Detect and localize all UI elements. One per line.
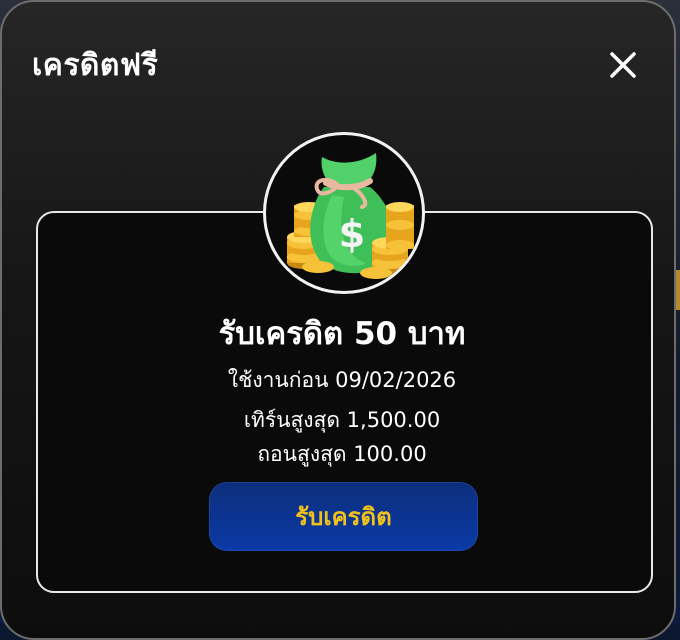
use-before-date: ใช้งานก่อน 09/02/2026	[227, 368, 457, 392]
modal-title: เครดิตฟรี	[32, 48, 159, 83]
close-button[interactable]	[602, 44, 644, 86]
claim-credit-label: รับเครดิต	[295, 503, 392, 531]
money-bag-icon: $	[287, 153, 414, 279]
max-withdraw: ถอนสูงสุด 100.00	[257, 442, 427, 466]
free-credit-modal: เครดิตฟรี $ รับเครดิต 50 บาท ใช้งานก่อน …	[0, 0, 676, 640]
svg-text:$: $	[339, 212, 365, 256]
max-turnover: เทิร์นสูงสุด 1,500.00	[243, 408, 441, 432]
claim-credit-button[interactable]: รับเครดิต	[209, 482, 478, 551]
close-icon	[610, 52, 636, 78]
reward-headline: รับเครดิต 50 บาท	[218, 316, 466, 352]
reward-icon-frame: $	[263, 132, 425, 294]
